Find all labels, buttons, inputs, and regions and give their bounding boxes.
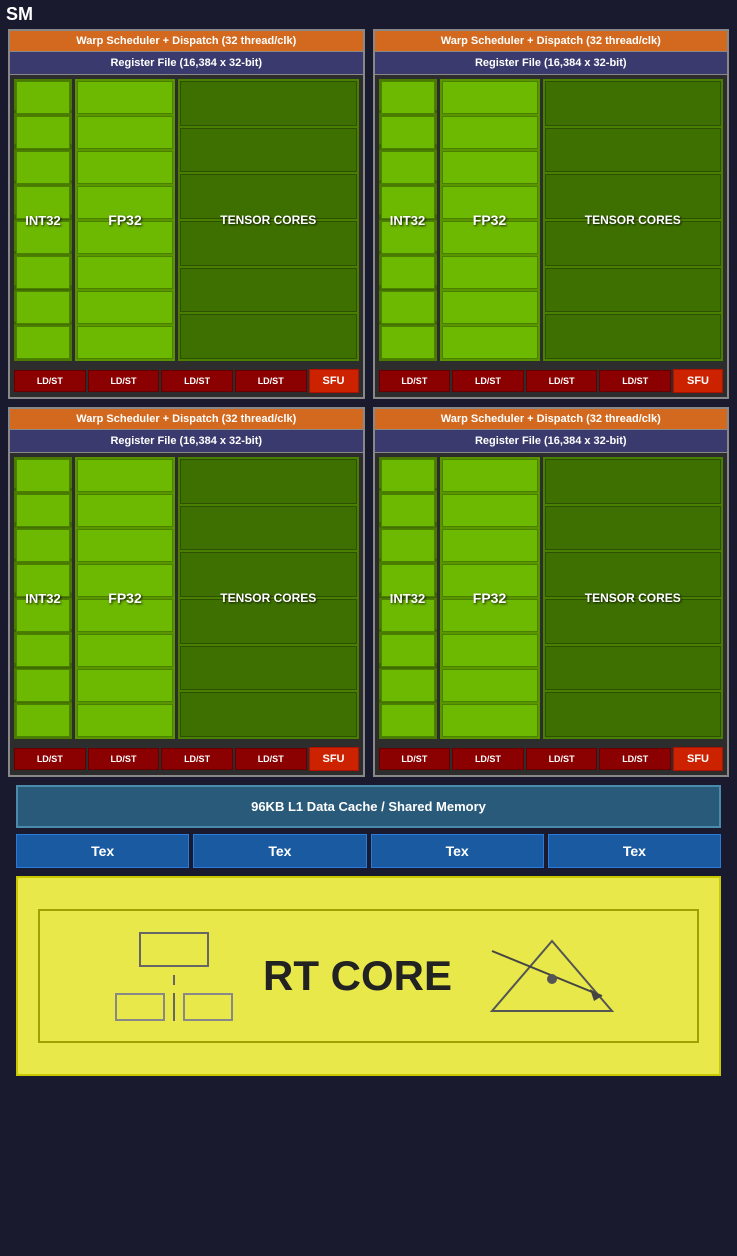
register-file-4: Register File (16,384 x 32-bit) xyxy=(375,430,728,453)
int32-col-1: INT32 xyxy=(14,79,72,361)
rt-diagram-box-top xyxy=(139,932,209,967)
rt-diagram-right xyxy=(482,931,622,1021)
ldst-4-2: LD/ST xyxy=(452,748,524,770)
sm-unit-3: Warp Scheduler + Dispatch (32 thread/clk… xyxy=(8,407,365,777)
ldst-3-4: LD/ST xyxy=(235,748,307,770)
ldst-1-1: LD/ST xyxy=(14,370,86,392)
rt-core-container: RT CORE xyxy=(16,876,721,1076)
sfu-1: SFU xyxy=(309,369,359,393)
tex-1: Tex xyxy=(16,834,189,868)
ldst-2-1: LD/ST xyxy=(379,370,451,392)
tensor-col-3: TENSOR CORES xyxy=(178,457,359,739)
quadrant-grid: Warp Scheduler + Dispatch (32 thread/clk… xyxy=(8,29,729,777)
rt-diagram-svg xyxy=(482,931,622,1021)
fp32-col-4: FP32 xyxy=(440,457,540,739)
bottom-row-2: LD/ST LD/ST LD/ST LD/ST SFU xyxy=(375,365,728,397)
sfu-4: SFU xyxy=(673,747,723,771)
sm-unit-4: Warp Scheduler + Dispatch (32 thread/clk… xyxy=(373,407,730,777)
rt-core-label: RT CORE xyxy=(263,952,452,1000)
tex-4: Tex xyxy=(548,834,721,868)
tensor-col-1: TENSOR CORES xyxy=(178,79,359,361)
tex-row: Tex Tex Tex Tex xyxy=(16,834,721,868)
register-file-1: Register File (16,384 x 32-bit) xyxy=(10,52,363,75)
core-visual-4: INT32 FP32 xyxy=(375,453,728,743)
fp32-col-2: FP32 xyxy=(440,79,540,361)
bottom-row-1: LD/ST LD/ST LD/ST LD/ST SFU xyxy=(10,365,363,397)
ldst-3-1: LD/ST xyxy=(14,748,86,770)
ldst-2-3: LD/ST xyxy=(526,370,598,392)
register-file-2: Register File (16,384 x 32-bit) xyxy=(375,52,728,75)
sm-unit-1: Warp Scheduler + Dispatch (32 thread/clk… xyxy=(8,29,365,399)
bottom-row-3: LD/ST LD/ST LD/ST LD/ST SFU xyxy=(10,743,363,775)
core-visual-2: INT32 FP32 xyxy=(375,75,728,365)
tensor-col-4: TENSOR CORES xyxy=(543,457,724,739)
register-file-3: Register File (16,384 x 32-bit) xyxy=(10,430,363,453)
int32-col-4: INT32 xyxy=(379,457,437,739)
sm-unit-2: Warp Scheduler + Dispatch (32 thread/clk… xyxy=(373,29,730,399)
core-visual-3: INT32 FP32 xyxy=(10,453,363,743)
core-visual-1: INT32 FP32 xyxy=(10,75,363,365)
tensor-col-2: TENSOR CORES xyxy=(543,79,724,361)
sfu-3: SFU xyxy=(309,747,359,771)
sfu-2: SFU xyxy=(673,369,723,393)
bottom-row-4: LD/ST LD/ST LD/ST LD/ST SFU xyxy=(375,743,728,775)
ldst-2-2: LD/ST xyxy=(452,370,524,392)
warp-scheduler-3: Warp Scheduler + Dispatch (32 thread/clk… xyxy=(10,409,363,430)
ldst-1-2: LD/ST xyxy=(88,370,160,392)
sm-label: SM xyxy=(0,0,737,29)
ldst-4-3: LD/ST xyxy=(526,748,598,770)
ldst-2-4: LD/ST xyxy=(599,370,671,392)
ldst-3-3: LD/ST xyxy=(161,748,233,770)
rt-diagram-left xyxy=(115,932,233,1021)
int32-col-3: INT32 xyxy=(14,457,72,739)
rt-diagram-box-right xyxy=(183,993,233,1021)
ldst-4-1: LD/ST xyxy=(379,748,451,770)
tex-2: Tex xyxy=(193,834,366,868)
ldst-3-2: LD/ST xyxy=(88,748,160,770)
rt-core-inner: RT CORE xyxy=(38,909,699,1043)
fp32-col-1: FP32 xyxy=(75,79,175,361)
warp-scheduler-4: Warp Scheduler + Dispatch (32 thread/clk… xyxy=(375,409,728,430)
warp-scheduler-1: Warp Scheduler + Dispatch (32 thread/clk… xyxy=(10,31,363,52)
tex-3: Tex xyxy=(371,834,544,868)
int32-col-2: INT32 xyxy=(379,79,437,361)
rt-diagram-box-left xyxy=(115,993,165,1021)
ldst-4-4: LD/ST xyxy=(599,748,671,770)
ldst-1-4: LD/ST xyxy=(235,370,307,392)
l1-cache: 96KB L1 Data Cache / Shared Memory xyxy=(16,785,721,828)
rt-diagram-boxes-bottom xyxy=(115,993,233,1021)
warp-scheduler-2: Warp Scheduler + Dispatch (32 thread/clk… xyxy=(375,31,728,52)
ldst-1-3: LD/ST xyxy=(161,370,233,392)
fp32-col-3: FP32 xyxy=(75,457,175,739)
